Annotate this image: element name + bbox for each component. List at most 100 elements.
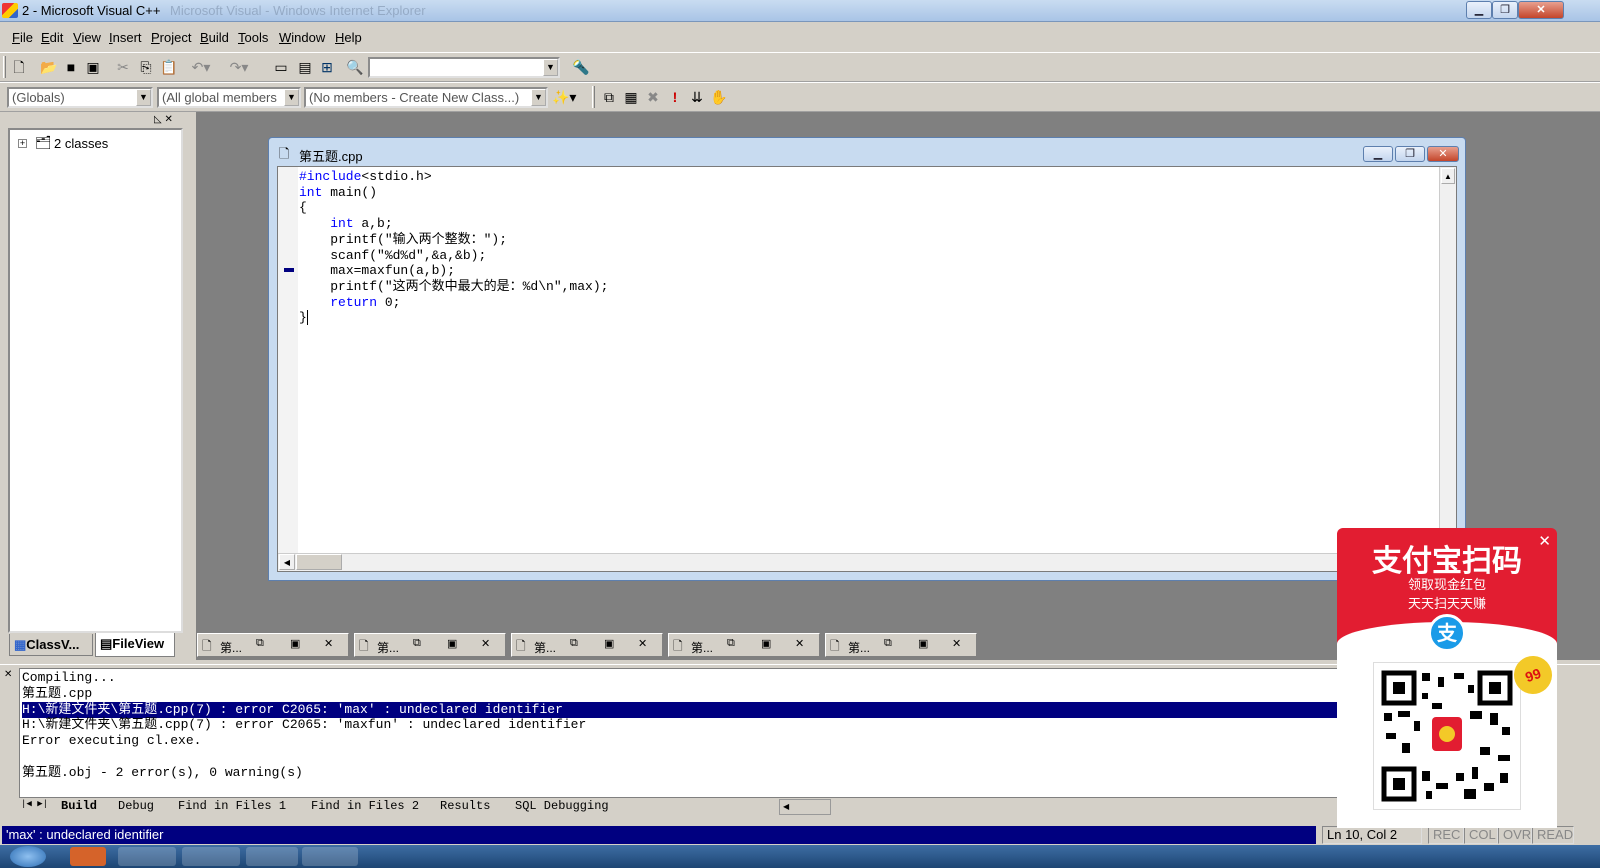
close-icon[interactable]: ✕	[638, 637, 647, 650]
close-button[interactable]: ✕	[1518, 1, 1564, 19]
tab-find-in-files-1[interactable]: Find in Files 1	[178, 799, 286, 813]
tab-results[interactable]: Results	[440, 799, 490, 813]
save-icon[interactable]: ■	[60, 56, 82, 78]
mdi-window-tab[interactable]: 🗋 第... ⧉ ▣ ✕	[354, 633, 506, 657]
tab-nav-icon[interactable]: |◀ ▶|	[21, 799, 48, 809]
editor-close-button[interactable]: ✕	[1427, 146, 1459, 162]
tab-find-in-files-2[interactable]: Find in Files 2	[311, 799, 419, 813]
find-in-files-icon[interactable]: 🔍	[344, 56, 366, 78]
close-icon[interactable]: ✕	[952, 637, 961, 650]
build-icon[interactable]: ▦	[620, 86, 642, 108]
close-icon[interactable]: ✕	[324, 637, 333, 650]
output-line[interactable]: 第五题.obj - 2 error(s), 0 warning(s)	[22, 765, 303, 781]
menu-tools[interactable]: Tools	[238, 30, 268, 45]
restore-icon[interactable]: ⧉	[256, 637, 264, 650]
title-bar: 2 - Microsoft Visual C++ Microsoft Visua…	[0, 0, 1600, 22]
menu-file[interactable]: File	[12, 30, 33, 45]
menu-view[interactable]: View	[73, 30, 101, 45]
taskbar-app-icon[interactable]	[246, 847, 298, 866]
maximize-icon[interactable]: ▣	[918, 637, 928, 650]
search-icon[interactable]: 🔦	[570, 56, 592, 78]
chevron-down-icon[interactable]: ▼	[284, 89, 299, 106]
execute-icon[interactable]: !	[664, 86, 686, 108]
expand-icon[interactable]: +	[18, 139, 27, 148]
restore-icon[interactable]: ⧉	[727, 637, 735, 650]
find-combo[interactable]: ▼	[368, 57, 560, 78]
output-line[interactable]: 第五题.cpp	[22, 686, 92, 702]
ad-popup[interactable]: 支付宝扫码 领取现金红包 天天扫天天赚 ✕ 支 99 万能五笔输入法 广告	[1337, 528, 1557, 828]
taskbar-app-icon[interactable]	[302, 847, 358, 866]
menu-insert[interactable]: Insert	[109, 30, 142, 45]
taskbar-app-icon[interactable]	[118, 847, 176, 866]
new-file-icon[interactable]: 🗋	[8, 56, 30, 78]
restore-icon[interactable]: ⧉	[884, 637, 892, 650]
menu-build[interactable]: Build	[200, 30, 229, 45]
tab-classview[interactable]: ▦ClassV...	[9, 634, 93, 656]
chevron-down-icon[interactable]: ▼	[543, 59, 558, 76]
output-line-selected[interactable]: H:\新建文件夹\第五题.cpp(7) : error C2065: 'max'…	[22, 702, 1338, 718]
horizontal-scrollbar[interactable]: ◀	[278, 553, 1438, 571]
menu-help[interactable]: Help	[335, 30, 362, 45]
output-line[interactable]: Error executing cl.exe.	[22, 733, 201, 749]
scroll-left-icon[interactable]: ◀	[279, 554, 295, 570]
class-combo[interactable]: (Globals) ▼	[7, 87, 153, 108]
chevron-down-icon[interactable]: ▼	[531, 89, 546, 106]
wizard-action-icon[interactable]: ✨▾	[552, 86, 576, 108]
copy-icon[interactable]: ⎘	[135, 56, 157, 78]
start-orb-icon[interactable]	[10, 846, 46, 867]
scroll-thumb[interactable]	[296, 554, 342, 570]
compile-icon[interactable]: ⧉	[598, 86, 620, 108]
output-icon[interactable]: ▤	[294, 56, 316, 78]
go-icon[interactable]: ⇊	[686, 86, 708, 108]
tree-root-label[interactable]: 2 classes	[54, 136, 108, 151]
maximize-icon[interactable]: ▣	[447, 637, 457, 650]
output-close-icon[interactable]: ✕	[4, 669, 12, 680]
paste-icon[interactable]: 📋	[158, 56, 180, 78]
mdi-window-tab[interactable]: 🗋 第... ⧉ ▣ ✕	[197, 633, 349, 657]
restore-icon[interactable]: ⧉	[413, 637, 421, 650]
menu-edit[interactable]: Edit	[41, 30, 63, 45]
output-line[interactable]: H:\新建文件夹\第五题.cpp(7) : error C2065: 'maxf…	[22, 717, 586, 733]
taskbar-app-icon[interactable]	[70, 847, 106, 866]
save-all-icon[interactable]: ▣	[82, 56, 104, 78]
maximize-icon[interactable]: ▣	[761, 637, 771, 650]
maximize-icon[interactable]: ▣	[604, 637, 614, 650]
scroll-up-icon[interactable]: ▲	[1441, 168, 1455, 184]
output-line[interactable]: Compiling...	[22, 670, 116, 686]
breakpoint-icon[interactable]: ✋	[708, 86, 730, 108]
mdi-window-tab[interactable]: 🗋 第... ⧉ ▣ ✕	[511, 633, 663, 657]
filter-combo[interactable]: (All global members ▼	[157, 87, 301, 108]
stop-build-icon[interactable]: ✖	[642, 86, 664, 108]
undo-icon[interactable]: ↶▾	[190, 56, 212, 78]
cut-icon[interactable]: ✂	[112, 56, 134, 78]
editor-restore-button[interactable]: ❐	[1395, 146, 1425, 162]
output-text[interactable]: Compiling... 第五题.cpp H:\新建文件夹\第五题.cpp(7)…	[19, 668, 1339, 798]
restore-icon[interactable]: ⧉	[570, 637, 578, 650]
taskbar-app-icon[interactable]	[182, 847, 240, 866]
menu-project[interactable]: Project	[151, 30, 191, 45]
open-folder-icon[interactable]: 📂	[38, 56, 60, 78]
tab-debug[interactable]: Debug	[118, 799, 154, 813]
members-combo[interactable]: (No members - Create New Class...) ▼	[304, 87, 548, 108]
close-icon[interactable]: ✕	[795, 637, 804, 650]
close-icon[interactable]: ✕	[481, 637, 490, 650]
redo-icon[interactable]: ↷▾	[228, 56, 250, 78]
ad-close-icon[interactable]: ✕	[1538, 532, 1551, 550]
mdi-window-tab[interactable]: 🗋 第... ⧉ ▣ ✕	[668, 633, 820, 657]
window-list-icon[interactable]: ⊞	[316, 56, 338, 78]
mdi-window-tab[interactable]: 🗋 第... ⧉ ▣ ✕	[825, 633, 977, 657]
tab-build[interactable]: Build	[61, 799, 97, 813]
chevron-down-icon[interactable]: ▼	[136, 89, 151, 106]
workspace-icon[interactable]: ▭	[270, 56, 292, 78]
tab-fileview[interactable]: ▤FileView	[95, 633, 175, 657]
minimize-button[interactable]: ▁	[1466, 1, 1492, 19]
code-editor[interactable]: #include<stdio.h> int main() { int a,b; …	[277, 166, 1457, 572]
tab-sql-debugging[interactable]: SQL Debugging	[515, 799, 609, 813]
class-tree[interactable]: + 🗂 2 classes	[8, 128, 183, 633]
maximize-icon[interactable]: ▣	[290, 637, 300, 650]
restore-button[interactable]: ❐	[1492, 1, 1518, 19]
vertical-scrollbar[interactable]: ▲	[1439, 167, 1456, 553]
output-hscroll[interactable]: ◀	[779, 799, 831, 815]
editor-minimize-button[interactable]: ▁	[1363, 146, 1393, 162]
menu-window[interactable]: Window	[279, 30, 325, 45]
